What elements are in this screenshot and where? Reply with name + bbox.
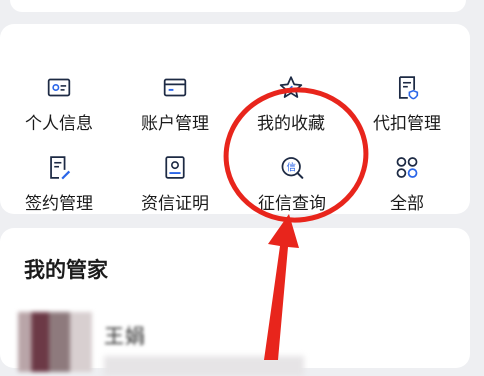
certificate-icon — [165, 156, 185, 179]
document-shield-icon — [398, 76, 419, 100]
grid-item-credit-certificate[interactable]: 资信证明 — [120, 134, 230, 214]
grid-item-label: 我的收藏 — [257, 114, 325, 134]
blurred-info — [104, 356, 304, 376]
grid-item-label: 个人信息 — [25, 114, 93, 134]
grid-item-contract-management[interactable]: 签约管理 — [4, 134, 114, 214]
grid-item-personal-info[interactable]: 个人信息 — [4, 54, 114, 134]
avatar[interactable] — [18, 312, 92, 372]
credit-search-icon: 信 — [281, 157, 304, 179]
grid-item-label: 签约管理 — [25, 194, 93, 214]
grid-item-label: 代扣管理 — [373, 114, 441, 134]
id-card-icon — [47, 78, 71, 97]
grid-item-label: 账户管理 — [141, 114, 209, 134]
grid-item-label: 全部 — [390, 194, 424, 214]
star-icon — [279, 76, 303, 98]
grid-dots-icon — [396, 157, 418, 178]
grid-item-all[interactable]: 全部 — [352, 134, 462, 214]
grid-item-account-management[interactable]: 账户管理 — [120, 54, 230, 134]
grid-item-label: 资信证明 — [141, 194, 209, 214]
grid-item-label: 征信查询 — [258, 194, 326, 214]
section-title: 我的管家 — [24, 258, 108, 282]
feature-grid: 个人信息 账户管理 我的收藏 代扣管理 签约管理 资信证明 信 征信查询 全部 — [0, 24, 470, 214]
document-pen-icon — [50, 156, 71, 180]
bank-card-icon — [163, 78, 187, 97]
steward-card: 我的管家 王娟 — [0, 228, 470, 376]
previous-card — [10, 0, 466, 12]
steward-name[interactable]: 王娟 — [104, 320, 146, 349]
grid-item-withholding-management[interactable]: 代扣管理 — [352, 54, 462, 134]
grid-item-credit-inquiry[interactable]: 信 征信查询 — [222, 134, 362, 214]
grid-item-my-favorites[interactable]: 我的收藏 — [236, 54, 346, 134]
svg-text:信: 信 — [286, 161, 296, 173]
